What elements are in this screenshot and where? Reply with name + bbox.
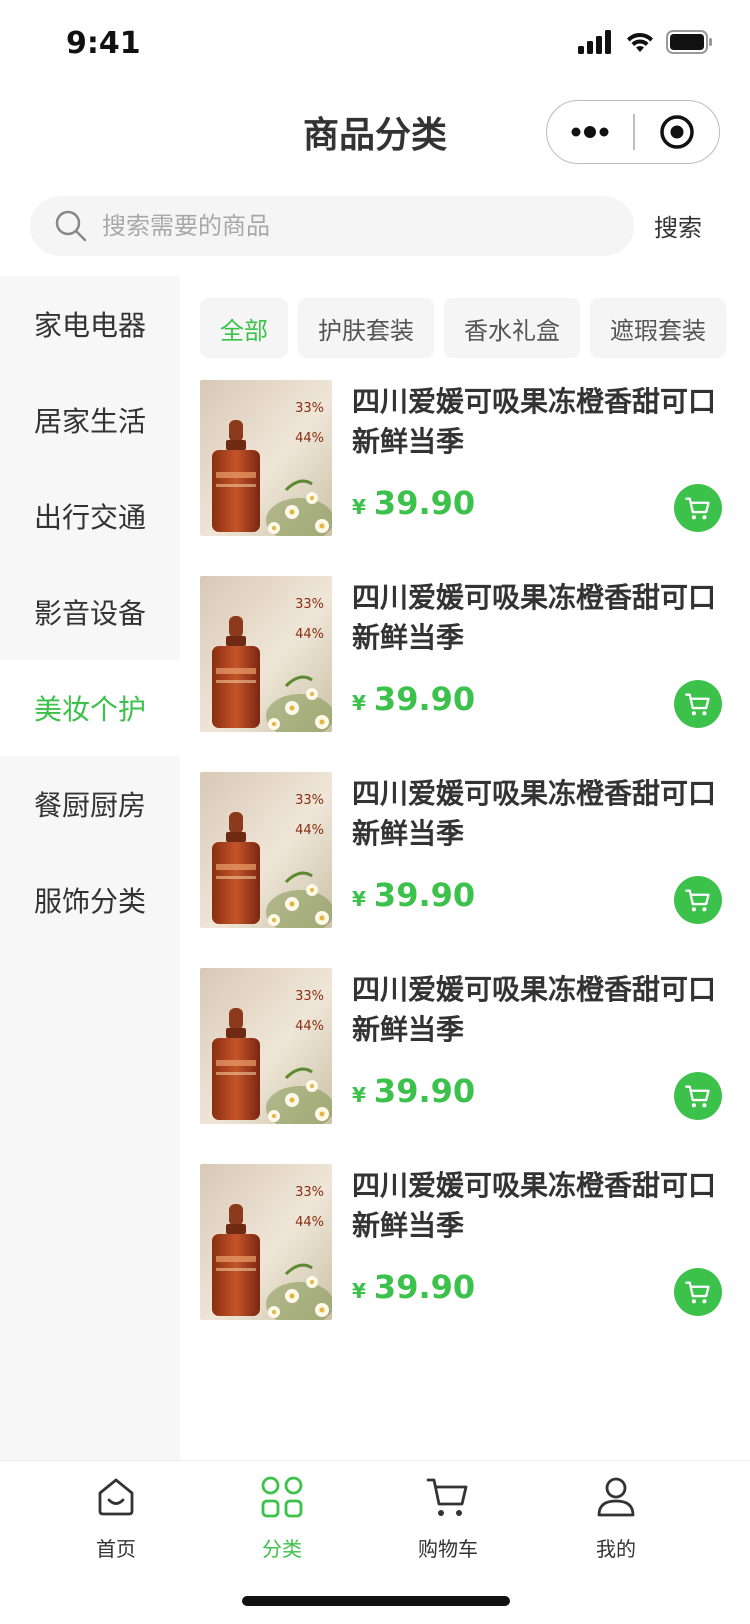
tabbar-profile[interactable]: 我的 [556, 1473, 676, 1562]
product-name[interactable]: 四川爱媛可吸果冻橙香甜可口新鲜当季 [352, 1166, 722, 1246]
tab-all[interactable]: 全部 [200, 298, 288, 358]
add-to-cart-button[interactable] [674, 680, 722, 728]
sidebar-item-beauty[interactable]: 美妆个护 [0, 660, 180, 756]
product-price: ¥ 39.90 [352, 484, 475, 522]
image-text: 44% [295, 627, 324, 642]
subcategory-tabs: 全部 护肤套装 香水礼盒 遮瑕套装 [200, 298, 726, 358]
price-value: 39.90 [373, 484, 476, 522]
sidebar-item-appliances[interactable]: 家电电器 [0, 276, 180, 372]
image-text: 33% [295, 401, 324, 416]
status-icons [578, 30, 714, 54]
sidebar-item-audio-video[interactable]: 影音设备 [0, 564, 180, 660]
product-item[interactable]: 33% 44% 四川爱媛可吸果冻橙香甜可口新鲜当季 ¥ 39.90 [200, 968, 730, 1124]
cart-icon [685, 693, 710, 716]
product-item[interactable]: 33% 44% 四川爱媛可吸果冻橙香甜可口新鲜当季 ¥ 39.90 [200, 1164, 730, 1320]
product-name[interactable]: 四川爱媛可吸果冻橙香甜可口新鲜当季 [352, 382, 722, 462]
cart-icon [685, 1085, 710, 1108]
product-name[interactable]: 四川爱媛可吸果冻橙香甜可口新鲜当季 [352, 970, 722, 1050]
status-time: 9:41 [66, 26, 141, 61]
price-value: 39.90 [373, 1268, 476, 1306]
currency-symbol: ¥ [352, 887, 366, 911]
product-image[interactable]: 33% 44% [200, 968, 332, 1124]
product-content: 全部 护肤套装 香水礼盒 遮瑕套装 33% 44% 四川爱媛可吸果冻橙香甜可口新… [180, 276, 750, 1460]
tabbar-category[interactable]: 分类 [222, 1473, 342, 1562]
more-icon [571, 126, 609, 138]
sidebar-item-home-living[interactable]: 居家生活 [0, 372, 180, 468]
mini-program-capsule [546, 100, 720, 164]
close-program-button[interactable] [635, 101, 720, 163]
category-icon [261, 1476, 303, 1518]
image-text: 33% [295, 597, 324, 612]
status-bar: 9:41 [0, 0, 750, 90]
product-price: ¥ 39.90 [352, 1072, 475, 1110]
product-name[interactable]: 四川爱媛可吸果冻橙香甜可口新鲜当季 [352, 578, 722, 658]
tabbar-label: 我的 [596, 1537, 636, 1561]
price-value: 39.90 [373, 876, 476, 914]
product-list: 33% 44% 四川爱媛可吸果冻橙香甜可口新鲜当季 ¥ 39.90 33% 44… [200, 380, 730, 1360]
search-box[interactable] [30, 196, 634, 256]
image-text: 44% [295, 431, 324, 446]
cart-icon [685, 497, 710, 520]
price-value: 39.90 [373, 680, 476, 718]
tabbar-cart[interactable]: 购物车 [388, 1473, 508, 1562]
tabbar-label: 首页 [96, 1537, 136, 1561]
add-to-cart-button[interactable] [674, 484, 722, 532]
currency-symbol: ¥ [352, 495, 366, 519]
signal-icon [578, 30, 611, 54]
price-value: 39.90 [373, 1072, 476, 1110]
tab-skincare-set[interactable]: 护肤套装 [298, 298, 434, 358]
product-image[interactable]: 33% 44% [200, 380, 332, 536]
sidebar-item-apparel[interactable]: 服饰分类 [0, 852, 180, 948]
product-image[interactable]: 33% 44% [200, 772, 332, 928]
image-text: 44% [295, 1215, 324, 1230]
image-text: 44% [295, 823, 324, 838]
nav-bar: 商品分类 [0, 92, 750, 170]
tab-perfume-gift-box[interactable]: 香水礼盒 [444, 298, 580, 358]
add-to-cart-button[interactable] [674, 1268, 722, 1316]
tabbar-home[interactable]: 首页 [56, 1473, 176, 1562]
product-name[interactable]: 四川爱媛可吸果冻橙香甜可口新鲜当季 [352, 774, 722, 854]
product-item[interactable]: 33% 44% 四川爱媛可吸果冻橙香甜可口新鲜当季 ¥ 39.90 [200, 576, 730, 732]
currency-symbol: ¥ [352, 1083, 366, 1107]
search-input[interactable] [102, 212, 582, 240]
product-image[interactable]: 33% 44% [200, 1164, 332, 1320]
home-icon [98, 1478, 134, 1516]
tabbar-label: 购物车 [418, 1537, 478, 1561]
tab-concealer-set[interactable]: 遮瑕套装 [590, 298, 726, 358]
tabbar-label: 分类 [262, 1537, 302, 1561]
sidebar-item-transport[interactable]: 出行交通 [0, 468, 180, 564]
sidebar-item-kitchen[interactable]: 餐厨厨房 [0, 756, 180, 852]
product-item[interactable]: 33% 44% 四川爱媛可吸果冻橙香甜可口新鲜当季 ¥ 39.90 [200, 380, 730, 536]
currency-symbol: ¥ [352, 1279, 366, 1303]
image-text: 33% [295, 1185, 324, 1200]
cart-icon [426, 1478, 468, 1516]
wifi-icon [627, 32, 653, 52]
user-icon [597, 1477, 635, 1517]
currency-symbol: ¥ [352, 691, 366, 715]
search-button[interactable]: 搜索 [654, 208, 702, 243]
product-price: ¥ 39.90 [352, 680, 475, 718]
more-button[interactable] [547, 101, 633, 163]
target-icon [660, 115, 694, 149]
search-icon [55, 210, 87, 242]
image-text: 33% [295, 793, 324, 808]
product-item[interactable]: 33% 44% 四川爱媛可吸果冻橙香甜可口新鲜当季 ¥ 39.90 [200, 772, 730, 928]
product-price: ¥ 39.90 [352, 876, 475, 914]
category-sidebar: 家电电器 居家生活 出行交通 影音设备 美妆个护 餐厨厨房 服饰分类 [0, 276, 180, 1460]
product-price: ¥ 39.90 [352, 1268, 475, 1306]
cart-icon [685, 1281, 710, 1304]
product-image[interactable]: 33% 44% [200, 576, 332, 732]
image-text: 44% [295, 1019, 324, 1034]
add-to-cart-button[interactable] [674, 1072, 722, 1120]
add-to-cart-button[interactable] [674, 876, 722, 924]
search-row: 搜索 [0, 196, 750, 256]
home-indicator [242, 1596, 510, 1606]
image-text: 33% [295, 989, 324, 1004]
battery-icon [666, 30, 712, 54]
cart-icon [685, 889, 710, 912]
